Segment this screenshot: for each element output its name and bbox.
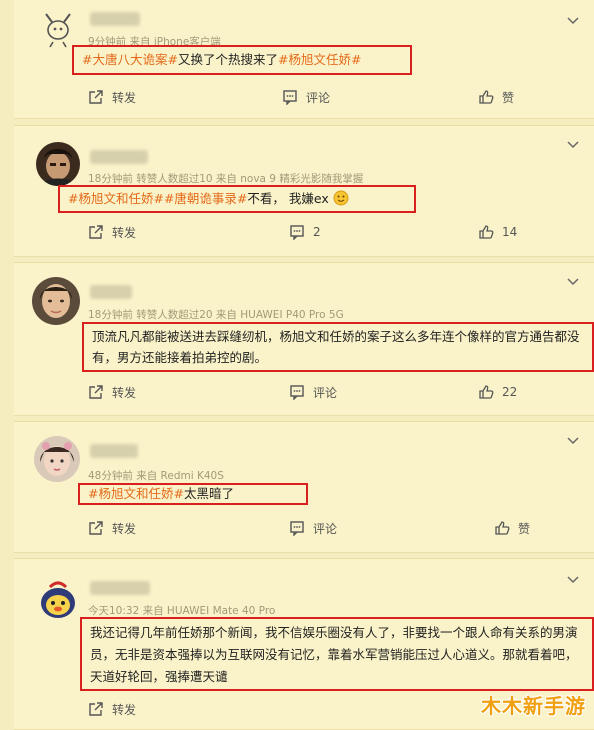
post-text: 顶流凡凡都能被送进去踩缝纫机，杨旭文和任娇的案子这么多年连个像样的官方通告都没有… xyxy=(92,329,580,365)
post-content: #大唐八大诡案#又换了个热搜来了#杨旭文任娇# xyxy=(72,45,412,75)
chevron-down-icon[interactable] xyxy=(566,275,580,289)
action-bar: 转发 评论 22 xyxy=(14,382,594,402)
chevron-down-icon[interactable] xyxy=(566,14,580,28)
comment-button[interactable]: 2 xyxy=(289,222,321,242)
comment-icon xyxy=(290,521,304,536)
comment-button[interactable]: 评论 xyxy=(289,518,337,538)
action-bar: 转发 2 14 xyxy=(14,222,594,242)
watermark-logo: 木木新手游 xyxy=(481,694,586,718)
comment-icon xyxy=(290,225,304,240)
repost-label: 转发 xyxy=(112,521,137,536)
chevron-down-icon[interactable] xyxy=(566,138,580,152)
repost-label: 转发 xyxy=(112,385,137,400)
like-icon xyxy=(495,521,510,535)
post-content: #杨旭文和任娇#太黑暗了 xyxy=(78,483,308,505)
hashtag[interactable]: #大唐八大诡案# xyxy=(82,52,178,67)
repost-label: 转发 xyxy=(112,225,137,240)
repost-icon xyxy=(89,702,103,716)
post-meta: 18分钟前 转赞人数超过20 来自 HUAWEI P40 Pro 5G xyxy=(88,309,344,321)
username-blurred[interactable] xyxy=(90,581,150,595)
avatar[interactable] xyxy=(34,436,80,482)
post-content: 我还记得几年前任娇那个新闻，我不信娱乐圈没有人了，非要找一个跟人命有关系的男演员… xyxy=(80,617,594,691)
repost-label: 转发 xyxy=(112,90,137,105)
comment-label: 评论 xyxy=(306,90,331,105)
comment-icon xyxy=(290,385,304,400)
repost-button[interactable]: 转发 xyxy=(88,518,136,538)
post-meta: 48分钟前 来自 Redmi K40S xyxy=(88,470,224,482)
post-text: 太黑暗了 xyxy=(183,486,234,501)
like-label: 赞 xyxy=(518,521,531,536)
post-text: 又换了个热搜来了 xyxy=(177,52,278,67)
hashtag[interactable]: #杨旭文任娇# xyxy=(278,52,361,67)
emoji-icon xyxy=(333,190,349,206)
action-bar: 转发 评论 赞 xyxy=(14,87,594,107)
comment-button[interactable]: 评论 xyxy=(282,87,330,107)
post-card: 18分钟前 转赞人数超过20 来自 HUAWEI P40 Pro 5G 顶流凡凡… xyxy=(14,262,594,416)
post-text: 我还记得几年前任娇那个新闻，我不信娱乐圈没有人了，非要找一个跟人命有关系的男演员… xyxy=(90,625,578,684)
hashtag[interactable]: #杨旭文和任娇# xyxy=(88,486,184,501)
username-blurred[interactable] xyxy=(90,285,132,299)
hashtag[interactable]: #杨旭文和任娇##唐朝诡事录# xyxy=(68,191,247,206)
comment-button[interactable]: 评论 xyxy=(289,382,337,402)
like-count: 14 xyxy=(502,225,518,239)
like-count: 22 xyxy=(502,385,518,399)
like-icon xyxy=(479,225,494,239)
post-card: 48分钟前 来自 Redmi K40S #杨旭文和任娇#太黑暗了 转发 评论 赞 xyxy=(14,421,594,553)
post-meta: 今天10:32 来自 HUAWEI Mate 40 Pro xyxy=(88,605,276,617)
avatar[interactable] xyxy=(36,142,80,186)
like-icon xyxy=(479,90,494,104)
repost-button[interactable]: 转发 xyxy=(88,87,136,107)
comment-label: 评论 xyxy=(313,385,338,400)
repost-icon xyxy=(89,385,103,399)
repost-icon xyxy=(89,90,103,104)
avatar[interactable] xyxy=(36,577,80,621)
post-card: 18分钟前 转赞人数超过10 来自 nova 9 精彩光影随我掌握 #杨旭文和任… xyxy=(14,125,594,257)
comment-icon xyxy=(283,90,297,105)
repost-icon xyxy=(89,521,103,535)
comment-count: 2 xyxy=(313,225,321,239)
like-icon xyxy=(479,385,494,399)
post-card: 9分钟前 来自 iPhone客户端 #大唐八大诡案#又换了个热搜来了#杨旭文任娇… xyxy=(14,0,594,119)
avatar[interactable] xyxy=(32,277,80,325)
username-blurred[interactable] xyxy=(90,12,140,26)
like-button[interactable]: 赞 xyxy=(494,518,530,538)
post-meta: 18分钟前 转赞人数超过10 来自 nova 9 精彩光影随我掌握 xyxy=(88,173,364,185)
comment-label: 评论 xyxy=(313,521,338,536)
username-blurred[interactable] xyxy=(90,444,138,458)
repost-button[interactable]: 转发 xyxy=(88,699,136,719)
repost-button[interactable]: 转发 xyxy=(88,222,136,242)
like-button[interactable]: 22 xyxy=(478,382,517,402)
avatar[interactable] xyxy=(38,8,78,48)
chevron-down-icon[interactable] xyxy=(566,573,580,587)
post-text: 不看， 我嫌ex xyxy=(247,191,329,206)
repost-icon xyxy=(89,225,103,239)
repost-label: 转发 xyxy=(112,702,137,717)
like-button[interactable]: 赞 xyxy=(478,87,514,107)
chevron-down-icon[interactable] xyxy=(566,434,580,448)
action-bar: 转发 评论 赞 xyxy=(14,518,594,538)
post-content: #杨旭文和任娇##唐朝诡事录#不看， 我嫌ex xyxy=(58,185,416,213)
weibo-comment-feed: 9分钟前 来自 iPhone客户端 #大唐八大诡案#又换了个热搜来了#杨旭文任娇… xyxy=(0,0,594,730)
repost-button[interactable]: 转发 xyxy=(88,382,136,402)
like-button[interactable]: 14 xyxy=(478,222,517,242)
post-content: 顶流凡凡都能被送进去踩缝纫机，杨旭文和任娇的案子这么多年连个像样的官方通告都没有… xyxy=(82,322,594,372)
username-blurred[interactable] xyxy=(90,150,148,164)
like-label: 赞 xyxy=(502,90,515,105)
